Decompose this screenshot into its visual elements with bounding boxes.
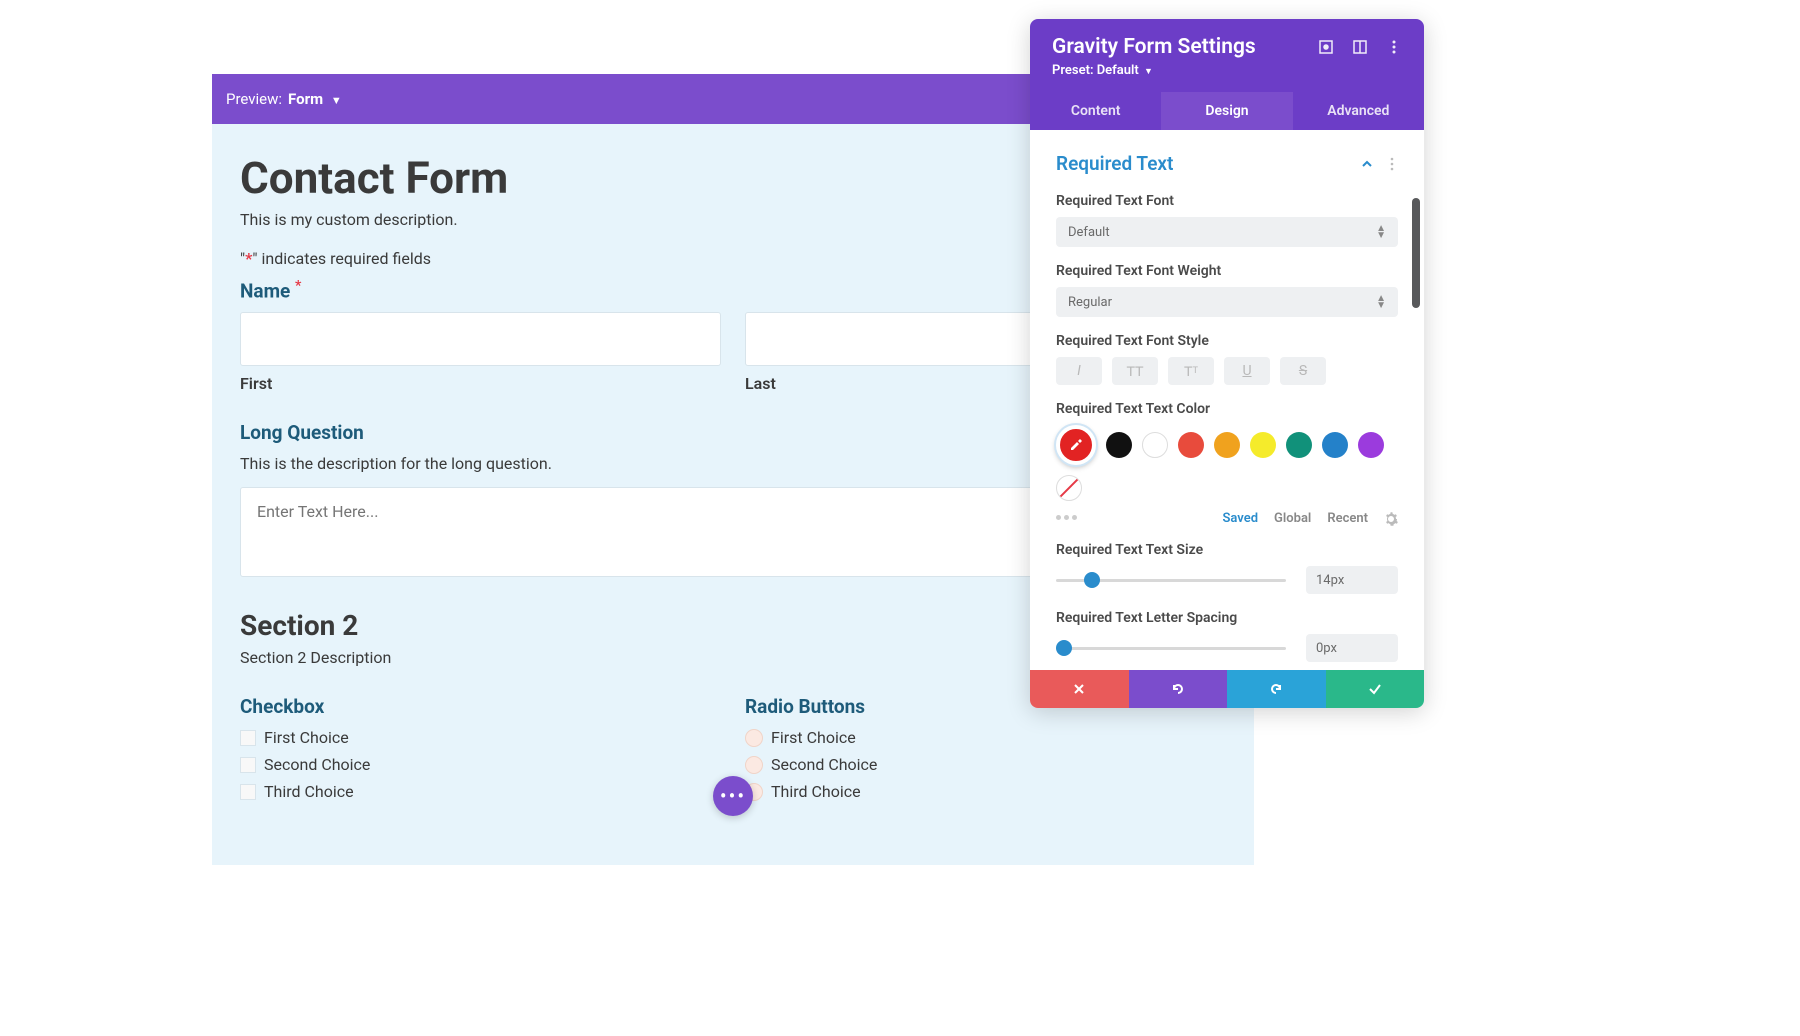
size-control: Required Text Text Size 14px: [1030, 536, 1424, 604]
redo-icon: [1268, 681, 1284, 697]
checkbox-icon: [240, 757, 256, 773]
italic-button[interactable]: I: [1056, 357, 1102, 385]
color-control: Required Text Text Color: [1030, 395, 1424, 536]
size-value-input[interactable]: 14px: [1306, 566, 1398, 594]
checkbox-group: Checkbox First Choice Second Choice Thir…: [240, 695, 721, 809]
caret-down-icon: ▼: [1144, 67, 1153, 77]
weight-select[interactable]: Regular ▲▼: [1056, 287, 1398, 317]
save-button[interactable]: [1326, 670, 1425, 708]
eyedropper-icon: [1068, 437, 1084, 453]
slider-thumb[interactable]: [1056, 640, 1072, 656]
tab-content[interactable]: Content: [1030, 92, 1161, 130]
color-swatch-none[interactable]: [1056, 475, 1082, 501]
checkbox-label: Checkbox: [240, 695, 721, 718]
size-slider[interactable]: [1056, 579, 1286, 582]
font-control: Required Text Font Default ▲▼: [1030, 187, 1424, 257]
scrollbar[interactable]: [1412, 198, 1420, 308]
radio-item[interactable]: Second Choice: [745, 755, 1226, 774]
undo-button[interactable]: [1129, 670, 1228, 708]
color-swatch[interactable]: [1106, 432, 1132, 458]
menu-dots-icon[interactable]: [1386, 39, 1402, 55]
color-tab-recent[interactable]: Recent: [1327, 511, 1368, 526]
panel-body: Required Text Required Text Font Default…: [1030, 130, 1424, 670]
cancel-button[interactable]: [1030, 670, 1129, 708]
radio-item[interactable]: First Choice: [745, 728, 1226, 747]
chevron-up-icon[interactable]: [1360, 157, 1374, 171]
checkbox-item[interactable]: Second Choice: [240, 755, 721, 774]
select-arrows-icon: ▲▼: [1376, 295, 1386, 309]
columns-icon[interactable]: [1352, 39, 1368, 55]
tab-design[interactable]: Design: [1161, 92, 1292, 130]
preview-dropdown[interactable]: Form ▼: [288, 90, 342, 108]
panel-footer: [1030, 670, 1424, 708]
uppercase-button[interactable]: TT: [1112, 357, 1158, 385]
tab-advanced[interactable]: Advanced: [1293, 92, 1424, 130]
expand-icon[interactable]: [1318, 39, 1334, 55]
spacing-value-input[interactable]: 0px: [1306, 634, 1398, 662]
slider-thumb[interactable]: [1084, 572, 1100, 588]
color-tab-global[interactable]: Global: [1274, 511, 1311, 526]
spacing-slider[interactable]: [1056, 647, 1286, 650]
color-swatch[interactable]: [1214, 432, 1240, 458]
radio-icon: [745, 756, 763, 774]
radio-group: Radio Buttons First Choice Second Choice…: [745, 695, 1226, 809]
undo-icon: [1170, 681, 1186, 697]
checkbox-item[interactable]: Third Choice: [240, 782, 721, 801]
color-swatch[interactable]: [1286, 432, 1312, 458]
gear-icon[interactable]: [1384, 512, 1398, 526]
radio-icon: [745, 729, 763, 747]
tabs: Content Design Advanced: [1030, 92, 1424, 130]
more-options-fab[interactable]: •••: [713, 776, 753, 816]
color-tab-saved[interactable]: Saved: [1222, 511, 1258, 526]
checkbox-icon: [240, 730, 256, 746]
checkbox-item[interactable]: First Choice: [240, 728, 721, 747]
spacing-control: Required Text Letter Spacing 0px: [1030, 604, 1424, 670]
caret-down-icon: ▼: [331, 94, 342, 107]
panel-title: Gravity Form Settings: [1052, 35, 1256, 59]
font-select[interactable]: Default ▲▼: [1056, 217, 1398, 247]
check-icon: [1367, 681, 1383, 697]
section-required-text[interactable]: Required Text: [1030, 130, 1424, 187]
color-swatch[interactable]: [1178, 432, 1204, 458]
strikethrough-button[interactable]: S: [1280, 357, 1326, 385]
smallcaps-button[interactable]: TT: [1168, 357, 1214, 385]
section-menu-icon[interactable]: [1386, 157, 1398, 171]
style-control: Required Text Font Style I TT TT U S: [1030, 327, 1424, 395]
color-swatch[interactable]: [1358, 432, 1384, 458]
preview-label: Preview:: [226, 90, 282, 108]
color-swatch[interactable]: [1250, 432, 1276, 458]
first-sublabel: First: [240, 374, 721, 393]
checkbox-icon: [240, 784, 256, 800]
color-swatch-selected[interactable]: [1056, 425, 1096, 465]
select-arrows-icon: ▲▼: [1376, 225, 1386, 239]
weight-control: Required Text Font Weight Regular ▲▼: [1030, 257, 1424, 327]
required-asterisk-icon: *: [295, 278, 301, 294]
close-icon: [1072, 682, 1086, 696]
underline-button[interactable]: U: [1224, 357, 1270, 385]
ellipsis-icon: •••: [720, 784, 746, 808]
radio-item[interactable]: Third Choice: [745, 782, 1226, 801]
first-name-input[interactable]: [240, 312, 721, 366]
color-swatch[interactable]: [1142, 432, 1168, 458]
more-colors-icon[interactable]: [1056, 507, 1077, 520]
color-swatch[interactable]: [1322, 432, 1348, 458]
settings-panel: Gravity Form Settings Preset: Default ▼ …: [1030, 19, 1424, 708]
preset-dropdown[interactable]: Preset: Default ▼: [1052, 63, 1402, 78]
panel-header: Gravity Form Settings Preset: Default ▼: [1030, 19, 1424, 92]
redo-button[interactable]: [1227, 670, 1326, 708]
